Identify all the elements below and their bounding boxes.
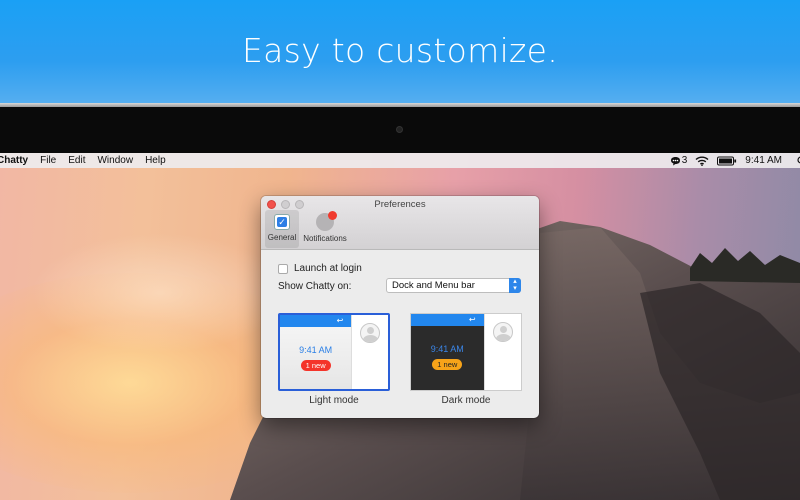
window-toolbar: Preferences ✓ General Notifications (261, 196, 539, 250)
menu-file[interactable]: File (40, 155, 56, 166)
preview-toolbar: ↩ (411, 314, 484, 326)
select-arrows-icon: ▴ ▾ (509, 278, 521, 293)
battery-icon[interactable] (717, 156, 737, 166)
preview-chat-pane: ↩ 9:41 AM 1 new (411, 314, 484, 390)
tab-notifications[interactable]: Notifications (301, 210, 349, 248)
preview-contact-pane (483, 314, 521, 390)
dark-mode-option[interactable]: ↩ 9:41 AM 1 new (410, 313, 522, 391)
light-mode-option[interactable]: ↩ 9:41 AM 1 new (278, 313, 390, 391)
preview-badge: 1 new (432, 359, 463, 370)
menu-clock[interactable]: 9:41 AM (745, 155, 782, 166)
chat-count: 3 (681, 155, 688, 166)
wifi-icon[interactable] (695, 156, 709, 166)
preview-time: 9:41 AM (430, 344, 464, 354)
avatar-icon (492, 322, 513, 342)
checkmark-icon: ✓ (274, 214, 290, 230)
dark-mode-caption: Dark mode (441, 395, 491, 406)
marketing-banner: Easy to customize. (0, 0, 800, 103)
preview-contact-pane (351, 315, 388, 389)
preview-time: 9:41 AM (299, 345, 333, 355)
chatty-status-item[interactable]: 3 (670, 155, 688, 166)
reply-icon: ↩ (468, 315, 476, 324)
reply-icon: ↩ (336, 316, 344, 325)
camera-icon (396, 126, 403, 133)
menu-extras: 3 9:41 AM (670, 153, 800, 168)
menu-bar: Chatty File Edit Window Help 3 9:41 AM (0, 153, 800, 168)
chat-bubble-icon (670, 156, 680, 165)
tab-notifications-label: Notifications (303, 234, 347, 243)
launch-at-login-row: Launch at login (278, 263, 362, 274)
preview-badge: 1 new (300, 360, 331, 371)
show-chatty-label: Show Chatty on: (278, 281, 352, 292)
menu-window[interactable]: Window (97, 155, 133, 166)
preferences-window: Preferences ✓ General Notifications Laun… (261, 196, 539, 418)
search-icon[interactable] (796, 156, 800, 166)
light-mode-caption: Light mode (309, 395, 359, 406)
tab-general-label: General (267, 233, 297, 242)
show-chatty-select[interactable]: Dock and Menu bar ▴ ▾ (386, 278, 521, 293)
menu-help[interactable]: Help (145, 155, 166, 166)
menu-app-name[interactable]: Chatty (0, 155, 28, 166)
window-title: Preferences (374, 199, 426, 210)
launch-at-login-label[interactable]: Launch at login (294, 263, 362, 274)
show-chatty-value: Dock and Menu bar (392, 280, 475, 291)
notification-icon (316, 211, 337, 231)
banner-title: Easy to customize. (241, 31, 559, 70)
tab-general[interactable]: ✓ General (265, 210, 299, 248)
menu-edit[interactable]: Edit (68, 155, 85, 166)
preview-chat-pane: ↩ 9:41 AM 1 new (280, 315, 352, 389)
preview-toolbar: ↩ (280, 315, 352, 327)
launch-at-login-checkbox[interactable] (278, 263, 288, 274)
avatar-icon (360, 323, 381, 343)
